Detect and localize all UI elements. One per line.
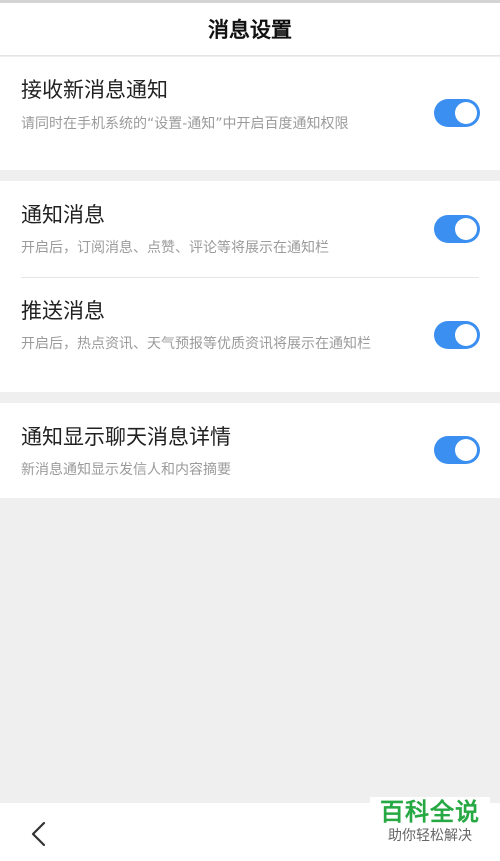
setting-row-show-chat-details: 通知显示聊天消息详情 新消息通知显示发信人和内容摘要 <box>0 403 500 480</box>
toggle-knob <box>455 439 477 461</box>
toggle-knob <box>455 218 477 240</box>
section-notification-types: 通知消息 开启后，订阅消息、点赞、评论等将展示在通知栏 推送消息 开启后，热点资… <box>0 181 500 392</box>
back-arrow-icon[interactable] <box>28 820 50 848</box>
setting-description: 请同时在手机系统的“设置-通知”中开启百度通知权限 <box>21 116 349 132</box>
setting-description: 新消息通知显示发信人和内容摘要 <box>21 462 231 478</box>
toggle-push-messages[interactable] <box>434 321 480 349</box>
setting-label: 接收新消息通知 <box>21 78 168 102</box>
setting-label: 通知消息 <box>21 203 105 227</box>
bottom-nav-bar: 百科全说 助你轻松解决 <box>0 797 500 861</box>
toggle-receive-new-messages[interactable] <box>434 99 480 127</box>
watermark-title: 百科全说 <box>380 798 480 826</box>
watermark-subtitle: 助你轻松解决 <box>388 828 472 844</box>
row-divider <box>21 277 479 278</box>
setting-row-notification-messages: 通知消息 开启后，订阅消息、点赞、评论等将展示在通知栏 <box>0 181 500 258</box>
setting-row-receive-new-messages: 接收新消息通知 请同时在手机系统的“设置-通知”中开启百度通知权限 <box>0 57 500 134</box>
setting-label: 推送消息 <box>21 299 105 323</box>
toggle-knob <box>455 324 477 346</box>
setting-label: 通知显示聊天消息详情 <box>21 425 231 449</box>
watermark-logo: 百科全说 助你轻松解决 <box>370 797 490 855</box>
section-chat-details: 通知显示聊天消息详情 新消息通知显示发信人和内容摘要 <box>0 403 500 498</box>
setting-row-push-messages: 推送消息 开启后，热点资讯、天气预报等优质资讯将展示在通知栏 <box>0 296 500 354</box>
toggle-show-chat-details[interactable] <box>434 436 480 464</box>
setting-description: 开启后，热点资讯、天气预报等优质资讯将展示在通知栏 <box>21 336 371 352</box>
toggle-notification-messages[interactable] <box>434 215 480 243</box>
setting-description: 开启后，订阅消息、点赞、评论等将展示在通知栏 <box>21 240 329 256</box>
page-header: 消息设置 <box>0 3 500 56</box>
section-receive-notifications: 接收新消息通知 请同时在手机系统的“设置-通知”中开启百度通知权限 <box>0 57 500 170</box>
page-title: 消息设置 <box>208 18 292 42</box>
toggle-knob <box>455 102 477 124</box>
